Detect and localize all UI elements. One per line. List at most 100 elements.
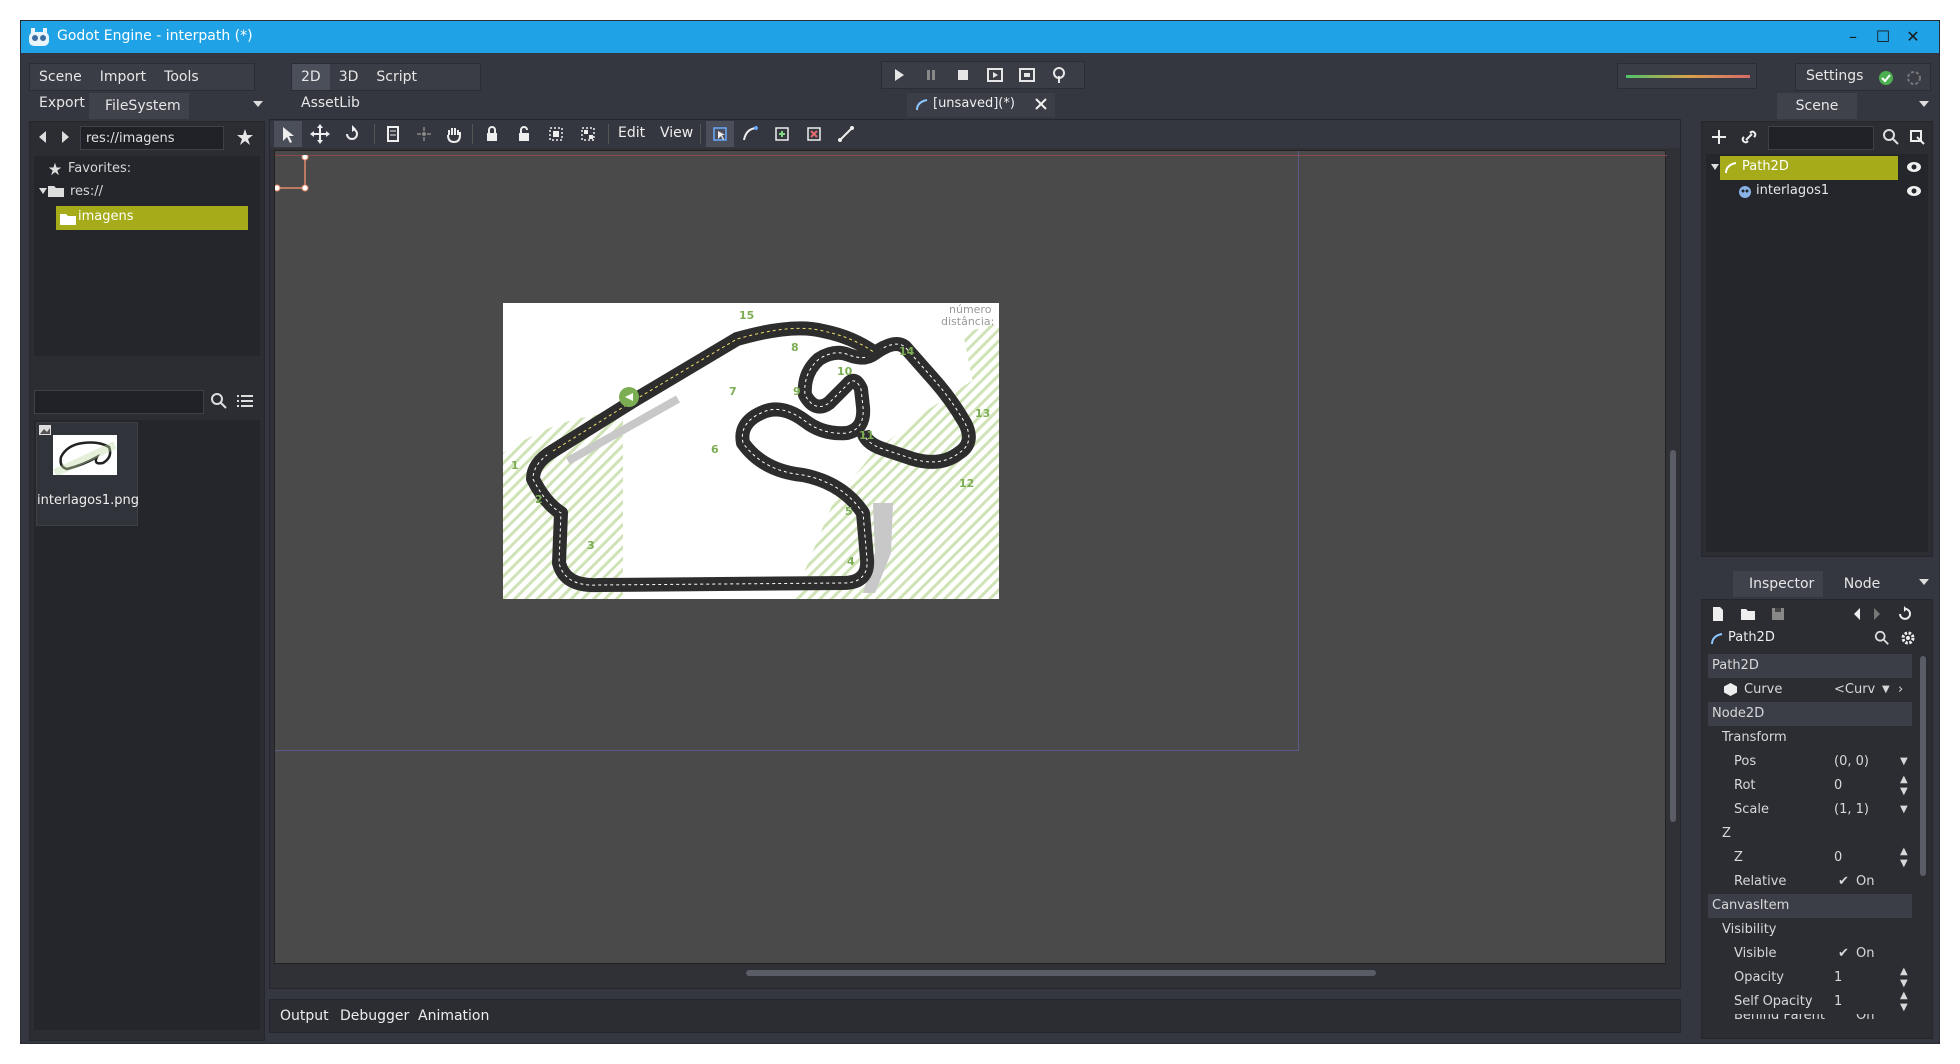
workspace-3d[interactable]: 3D	[330, 64, 368, 90]
tab-output[interactable]: Output	[280, 1008, 329, 1024]
play-scene-icon[interactable]	[980, 62, 1010, 88]
search-icon[interactable]	[210, 392, 228, 410]
section-canvasitem[interactable]: CanvasItem	[1708, 894, 1912, 918]
menu-view[interactable]: View	[660, 125, 693, 141]
prop-curve[interactable]: Curve <Curv ▼ ›	[1708, 678, 1912, 702]
dropdown-arrow-icon[interactable]: ▼	[1882, 678, 1890, 702]
tree-item-imagens-row[interactable]: imagens	[56, 206, 248, 230]
visibility-eye-icon[interactable]	[1906, 185, 1922, 197]
spinner-arrows-icon[interactable]: ▲ ▼	[1900, 846, 1908, 870]
add-node-icon[interactable]	[1710, 128, 1728, 146]
maximize-icon[interactable]: ☐	[1871, 25, 1895, 49]
rotate-tool-icon[interactable]	[338, 121, 366, 147]
prop-pos[interactable]: Pos (0, 0) ▼	[1708, 750, 1912, 774]
tab-node[interactable]: Node	[1827, 571, 1897, 597]
prop-value[interactable]: 1	[1834, 990, 1842, 1014]
file-item[interactable]: interlagos1.png	[36, 422, 139, 526]
group-z[interactable]: Z	[1708, 822, 1912, 846]
scene-tab[interactable]: [unsaved](*)	[907, 93, 1055, 117]
history-icon[interactable]	[1896, 606, 1912, 622]
checkbox-checked-icon[interactable]: ✔	[1838, 870, 1849, 894]
tab-animation[interactable]: Animation	[418, 1008, 489, 1024]
tab-filesystem[interactable]: FileSystem	[89, 93, 189, 119]
dock-menu-icon[interactable]	[253, 101, 263, 109]
lock-icon[interactable]	[478, 121, 506, 147]
tab-inspector[interactable]: Inspector	[1733, 571, 1823, 597]
close-curve-icon[interactable]	[832, 121, 860, 147]
select-points-icon[interactable]	[706, 121, 734, 147]
checkbox-checked-icon[interactable]: ✔	[1838, 942, 1849, 966]
prop-relative[interactable]: Relative ✔ On	[1708, 870, 1912, 894]
spinner-arrows-icon[interactable]: ▲ ▼	[1900, 966, 1908, 990]
prop-self-opacity[interactable]: Self Opacity 1 ▲ ▼	[1708, 990, 1912, 1014]
horizontal-scrollbar[interactable]	[746, 970, 1376, 976]
dropdown-arrow-icon[interactable]: ▼	[1900, 798, 1908, 822]
forward-icon[interactable]	[56, 128, 74, 146]
pause-icon[interactable]	[916, 62, 946, 88]
new-resource-icon[interactable]	[1710, 606, 1726, 622]
spinner-arrows-icon[interactable]: ▲ ▼	[1900, 990, 1908, 1014]
menu-edit[interactable]: Edit	[618, 125, 645, 141]
favorites-label[interactable]: Favorites:	[68, 161, 131, 176]
tree-item-res[interactable]: res://	[70, 184, 103, 199]
select-control-points-icon[interactable]	[736, 121, 764, 147]
visibility-eye-icon[interactable]	[1906, 161, 1922, 173]
favorite-star-icon[interactable]	[236, 128, 254, 146]
list-view-icon[interactable]	[236, 392, 254, 410]
prop-value[interactable]: 0	[1834, 846, 1842, 870]
chevron-right-icon[interactable]: ›	[1898, 678, 1903, 702]
open-resource-icon[interactable]	[1740, 606, 1756, 622]
add-point-icon[interactable]	[768, 121, 796, 147]
path2d-gizmo[interactable]	[275, 155, 315, 195]
close-tab-icon[interactable]	[1035, 98, 1047, 110]
prop-value[interactable]: (0, 0)	[1834, 750, 1869, 774]
prop-z[interactable]: Z 0 ▲ ▼	[1708, 846, 1912, 870]
interlagos-sprite[interactable]: número distância: 1 2 3 4 5 6 7 8 9 10 1…	[503, 303, 999, 599]
prop-behind-parent[interactable]: Behind Parent On	[1708, 1014, 1912, 1028]
workspace-2d[interactable]: 2D	[292, 64, 330, 90]
history-back-icon[interactable]	[1850, 606, 1864, 622]
file-search-input[interactable]	[34, 390, 204, 414]
tab-scene[interactable]: Scene	[1777, 93, 1857, 119]
menu-tools[interactable]: Tools	[155, 64, 208, 90]
dock-menu-icon[interactable]	[1919, 579, 1929, 587]
dock-menu-icon[interactable]	[1919, 101, 1929, 109]
group-visibility[interactable]: Visibility	[1708, 918, 1912, 942]
path-input[interactable]	[80, 126, 224, 150]
dropdown-arrow-icon[interactable]: ▼	[1900, 750, 1908, 774]
section-path2d[interactable]: Path2D	[1708, 654, 1912, 678]
gear-icon[interactable]	[1900, 630, 1916, 646]
spinner-arrows-icon[interactable]: ▲ ▼	[1900, 774, 1908, 798]
node-filter-input[interactable]	[1768, 126, 1874, 150]
play-custom-icon[interactable]	[1012, 62, 1042, 88]
prop-scale[interactable]: Scale (1, 1) ▼	[1708, 798, 1912, 822]
prop-value[interactable]: 0	[1834, 774, 1842, 798]
move-tool-icon[interactable]	[306, 121, 334, 147]
tree-node-interlagos1[interactable]: interlagos1	[1736, 180, 1896, 204]
group-transform[interactable]: Transform	[1708, 726, 1912, 750]
workspace-script[interactable]: Script	[367, 64, 426, 90]
search-icon[interactable]	[1882, 128, 1900, 146]
unlock-icon[interactable]	[510, 121, 538, 147]
prop-value[interactable]: <Curv	[1834, 678, 1875, 702]
instance-scene-icon[interactable]	[1740, 128, 1758, 146]
collapse-arrow-icon[interactable]	[1710, 162, 1720, 172]
inspector-scrollbar[interactable]	[1920, 656, 1926, 876]
remote-tree-icon[interactable]	[1908, 128, 1926, 146]
workspace-assetlib[interactable]: AssetLib	[292, 90, 369, 116]
collapse-arrow-icon[interactable]	[38, 186, 48, 196]
stop-icon[interactable]	[948, 62, 978, 88]
prop-value[interactable]: (1, 1)	[1834, 798, 1869, 822]
menu-scene[interactable]: Scene	[30, 64, 91, 90]
close-icon[interactable]: ✕	[1901, 25, 1925, 49]
tab-debugger[interactable]: Debugger	[340, 1008, 409, 1024]
prop-value[interactable]: 1	[1834, 966, 1842, 990]
group-icon[interactable]	[542, 121, 570, 147]
search-icon[interactable]	[1874, 630, 1890, 646]
list-select-icon[interactable]	[380, 121, 408, 147]
pivot-tool-icon[interactable]	[410, 121, 438, 147]
tree-node-path2d[interactable]: Path2D	[1720, 156, 1898, 180]
section-node2d[interactable]: Node2D	[1708, 702, 1912, 726]
back-icon[interactable]	[34, 128, 52, 146]
remote-debug-icon[interactable]	[1044, 62, 1074, 88]
